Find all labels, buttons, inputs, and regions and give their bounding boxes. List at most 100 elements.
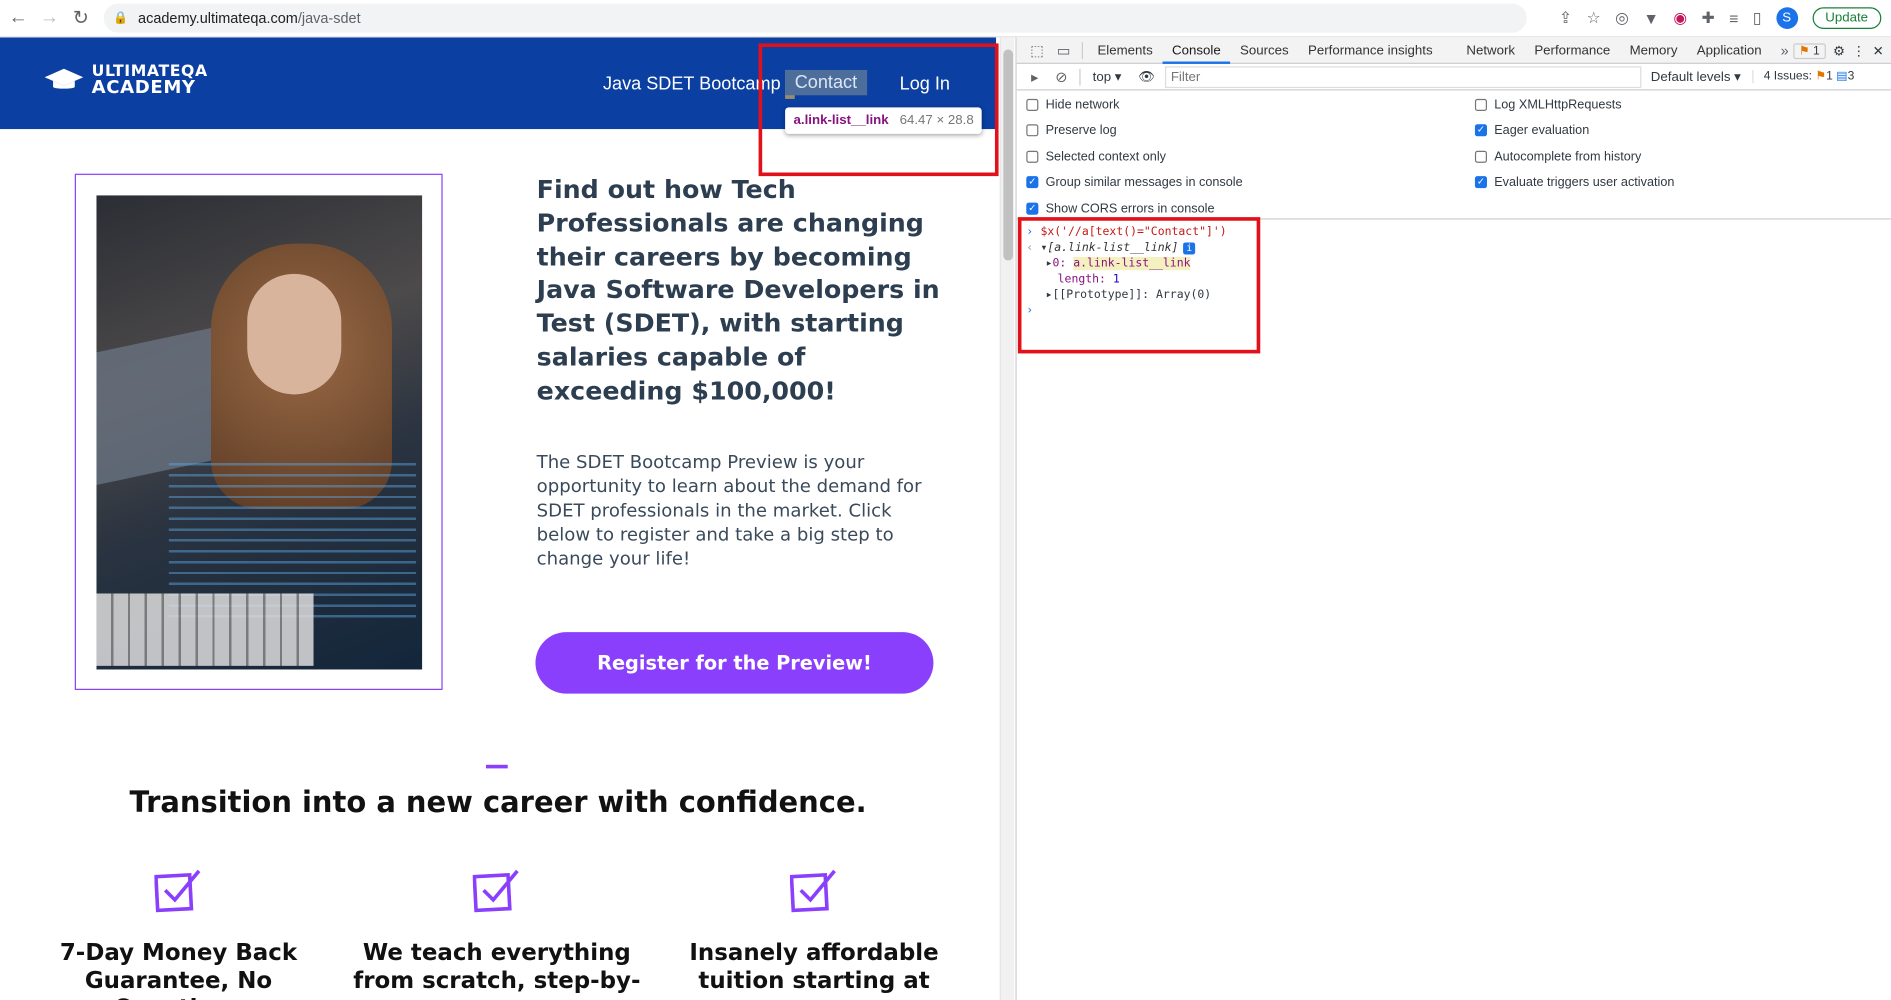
inspect-element-icon[interactable]: ⬚ <box>1024 37 1051 64</box>
setting-preserve-log[interactable]: Preserve log <box>1026 123 1117 138</box>
graduation-cap-icon <box>44 68 84 89</box>
setting-group-similar[interactable]: ✓ Group similar messages in console <box>1026 174 1243 190</box>
feature-card: 7-Day Money Back Guarantee, No Questions <box>28 866 329 1000</box>
issues-badge-count: 1 <box>1813 44 1820 58</box>
tab-performance[interactable]: Performance <box>1525 37 1620 64</box>
setting-eager-eval[interactable]: ✓ Eager evaluation <box>1474 123 1589 138</box>
profile-avatar[interactable]: S <box>1775 7 1798 29</box>
checkbox[interactable] <box>1026 98 1039 111</box>
console-filter-input[interactable] <box>1164 65 1642 88</box>
setting-label: Group similar messages in console <box>1045 174 1243 190</box>
screen: ← → ↻ 🔒 academy.ultimateqa.com/java-sdet… <box>0 0 1891 1000</box>
media-queue-icon[interactable]: ≡ <box>1729 9 1738 27</box>
log-levels-dropdown[interactable]: Default levels ▾ <box>1651 69 1741 84</box>
reload-icon[interactable]: ↻ <box>65 2 96 33</box>
photo-person-face <box>247 273 342 395</box>
hero-image-frame <box>74 173 443 690</box>
feature-card: We teach everything from scratch, step-b… <box>346 866 647 995</box>
feature-title: We teach everything from scratch, step-b… <box>353 939 641 994</box>
annotation-box-console <box>1017 217 1261 354</box>
info-message-icon: ▤ <box>1836 69 1848 84</box>
share-icon[interactable]: ⇪ <box>1559 8 1572 27</box>
issues-warn-count: 1 <box>1826 69 1833 84</box>
close-devtools-icon[interactable]: ✕ <box>1873 43 1884 58</box>
setting-label: Hide network <box>1045 97 1120 113</box>
check-badge-icon <box>154 869 201 913</box>
more-options-icon[interactable]: ⋮ <box>1852 43 1865 58</box>
nav-link-bootcamp[interactable]: Java SDET Bootcamp <box>603 74 781 95</box>
live-expression-eye-icon[interactable]: 👁 <box>1138 69 1155 84</box>
url-path: /java-sdet <box>297 9 361 27</box>
tab-performance-insights[interactable]: Performance insights <box>1298 37 1442 64</box>
context-value: top <box>1092 69 1112 85</box>
device-toolbar-icon[interactable]: ▭ <box>1050 37 1077 64</box>
logo-text: ULTIMATEQA ACADEMY <box>91 64 208 98</box>
checkbox[interactable] <box>1474 150 1487 163</box>
page-scrollbar[interactable] <box>999 37 1015 1000</box>
bookmark-star-icon[interactable]: ☆ <box>1587 8 1601 27</box>
issues-counter[interactable]: 4 Issues: ⚑1 ▤3 <box>1752 69 1855 84</box>
checkbox[interactable] <box>1474 98 1487 111</box>
checkbox-checked[interactable]: ✓ <box>1026 202 1039 215</box>
browser-toolbar: ← → ↻ 🔒 academy.ultimateqa.com/java-sdet… <box>0 0 1891 38</box>
devtools-tab-actions: ⚑ 1 ⚙ ⋮ ✕ <box>1788 37 1884 64</box>
setting-selected-context[interactable]: Selected context only <box>1026 150 1166 164</box>
setting-label: Selected context only <box>1045 149 1166 165</box>
lock-icon: 🔒 <box>113 11 129 25</box>
setting-label: Evaluate triggers user activation <box>1494 174 1675 190</box>
scrollbar-thumb[interactable] <box>1003 49 1014 261</box>
tab-application[interactable]: Application <box>1687 37 1771 64</box>
devtools-panel: ⬚ ▭ Elements Console Sources Performance… <box>1015 37 1891 1000</box>
setting-evaluate-triggers[interactable]: ✓ Evaluate triggers user activation <box>1474 174 1675 190</box>
settings-gear-icon[interactable]: ⚙ <box>1833 43 1845 58</box>
check-badge-icon <box>789 869 836 913</box>
context-selector[interactable]: top ▾ <box>1085 69 1128 85</box>
tab-console[interactable]: Console <box>1162 37 1231 64</box>
setting-label: Preserve log <box>1045 123 1117 138</box>
extension-v-icon[interactable]: ▼ <box>1643 9 1659 27</box>
browser-actions: ⇪ ☆ ◎ ▼ ◉ ✚ ≡ ▯ S Update <box>1559 4 1882 33</box>
clear-console-icon[interactable]: ⊘ <box>1048 63 1075 90</box>
setting-show-cors[interactable]: ✓ Show CORS errors in console <box>1026 201 1215 216</box>
setting-log-xhr[interactable]: Log XMLHttpRequests <box>1474 97 1622 113</box>
feature-title: Insanely affordable tuition starting at <box>689 939 939 994</box>
section-divider <box>486 764 508 769</box>
checkbox-checked[interactable]: ✓ <box>1474 176 1487 189</box>
address-bar[interactable]: 🔒 academy.ultimateqa.com/java-sdet <box>103 3 1527 33</box>
tab-elements[interactable]: Elements <box>1088 37 1163 64</box>
sidebar-toggle-icon[interactable]: ▸ <box>1021 63 1048 90</box>
forward-icon[interactable]: → <box>34 2 65 33</box>
setting-autocomplete[interactable]: Autocomplete from history <box>1474 149 1642 165</box>
checkbox-checked[interactable]: ✓ <box>1026 176 1039 189</box>
register-button[interactable]: Register for the Preview! <box>535 632 934 694</box>
section-title: Transition into a new career with confid… <box>129 785 867 820</box>
checkbox[interactable] <box>1026 124 1039 137</box>
checkbox[interactable] <box>1026 150 1039 163</box>
hero-headline: Find out how Tech Professionals are chan… <box>536 174 940 406</box>
setting-label: Autocomplete from history <box>1494 149 1642 165</box>
extension-color-icon[interactable]: ◉ <box>1673 8 1687 27</box>
toolbar-divider <box>1079 68 1081 86</box>
check-badge-icon <box>472 869 519 913</box>
setting-hide-network[interactable]: Hide network <box>1026 98 1119 112</box>
extension-compass-icon[interactable]: ◎ <box>1615 8 1629 27</box>
checkbox-checked[interactable]: ✓ <box>1474 124 1487 137</box>
side-panel-icon[interactable]: ▯ <box>1753 8 1762 27</box>
annotation-box-contact <box>758 43 999 177</box>
url-domain: academy.ultimateqa.com <box>138 9 298 27</box>
issues-info-count: 3 <box>1847 69 1855 84</box>
issues-badge[interactable]: ⚑ 1 <box>1792 42 1826 59</box>
logo-line-2: ACADEMY <box>91 75 196 98</box>
website-viewport: ULTIMATEQA ACADEMY Java SDET Bootcamp Co… <box>0 37 997 1000</box>
tab-sources[interactable]: Sources <box>1230 37 1298 64</box>
back-icon[interactable]: ← <box>2 2 33 33</box>
tab-network[interactable]: Network <box>1457 37 1525 64</box>
tab-memory[interactable]: Memory <box>1620 37 1687 64</box>
setting-label: Log XMLHttpRequests <box>1494 97 1622 113</box>
hero-description: The SDET Bootcamp Preview is your opport… <box>536 451 922 570</box>
site-logo[interactable]: ULTIMATEQA ACADEMY <box>43 64 208 98</box>
extensions-puzzle-icon[interactable]: ✚ <box>1701 8 1714 27</box>
feature-title: 7-Day Money Back Guarantee, No Questions <box>59 939 298 1000</box>
update-button[interactable]: Update <box>1812 7 1882 29</box>
photo-keyboard <box>96 593 314 666</box>
